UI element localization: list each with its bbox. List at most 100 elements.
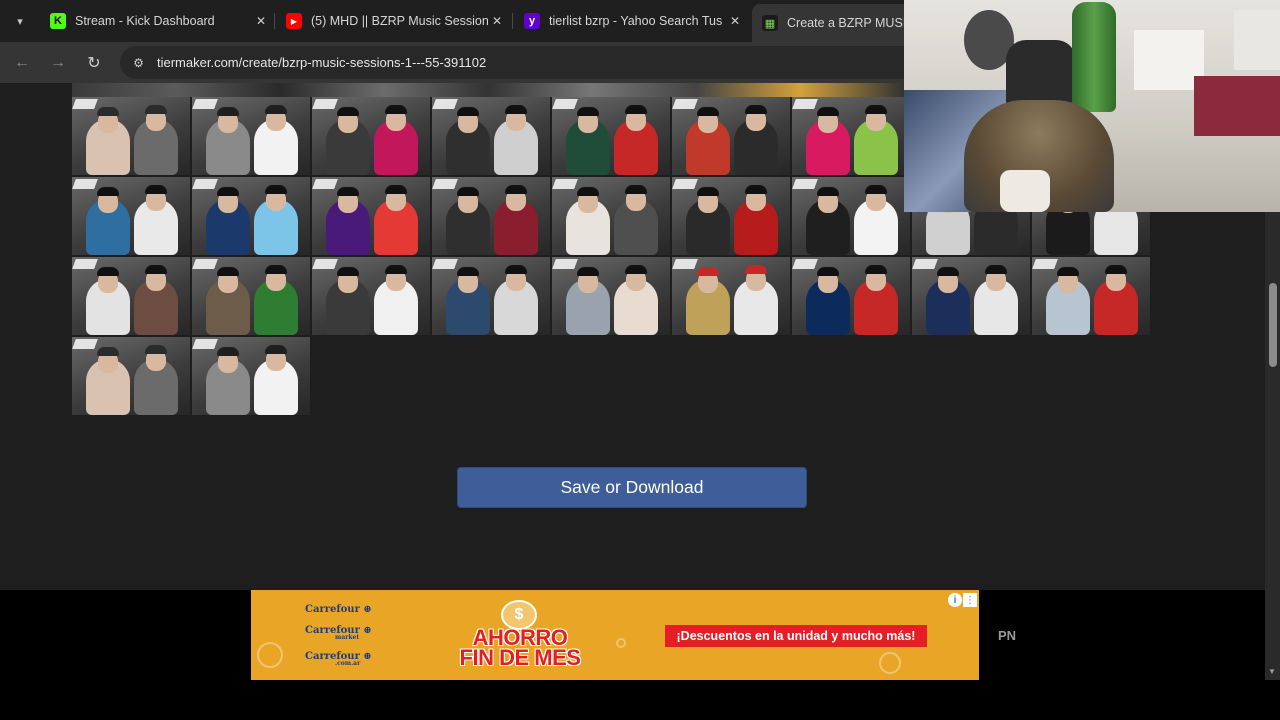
tier-item-image[interactable] <box>792 257 911 336</box>
cap-icon <box>217 347 239 356</box>
cap-icon <box>745 185 767 194</box>
cap-icon <box>337 267 359 276</box>
tier-item-image[interactable] <box>672 97 791 176</box>
reload-icon[interactable]: ↻ <box>83 52 105 74</box>
webcam-overlay <box>904 0 1280 212</box>
webcam-streamer-face <box>1000 170 1050 212</box>
cap-icon <box>97 187 119 196</box>
tier-item-image[interactable] <box>912 257 1031 336</box>
tier-item-image[interactable] <box>72 177 191 256</box>
cap-icon <box>577 187 599 196</box>
session-badge <box>432 259 458 269</box>
cap-icon <box>385 185 407 194</box>
cap-icon <box>145 265 167 274</box>
yahoo-icon: y <box>524 13 540 29</box>
session-badge <box>192 179 218 189</box>
close-icon[interactable]: ✕ <box>252 14 270 28</box>
cap-icon <box>1057 267 1079 276</box>
tiermaker-icon: ▦ <box>762 15 778 31</box>
tier-item-image[interactable] <box>192 97 311 176</box>
tab-tiermaker-create[interactable]: ▦ Create a BZRP MUSIC <box>752 4 912 42</box>
tier-item-image[interactable] <box>192 257 311 336</box>
ad-menu-icon[interactable]: ⋮ <box>963 593 977 607</box>
tab-title: Stream - Kick Dashboard <box>75 14 215 28</box>
back-arrow-icon[interactable]: ← <box>11 52 33 74</box>
carrefour-ad-banner[interactable]: Carrefour ⊕ Carrefour ⊕ market Carrefour … <box>251 590 979 680</box>
session-badge <box>792 99 818 109</box>
tier-item-image[interactable] <box>552 257 671 336</box>
session-badge <box>192 99 218 109</box>
cap-icon <box>97 267 119 276</box>
ad-headline: AHORRO FIN DE MES <box>459 625 581 670</box>
cap-icon <box>145 105 167 114</box>
cap-icon <box>865 265 887 274</box>
session-badge <box>312 179 338 189</box>
cap-icon <box>337 187 359 196</box>
tier-item-image[interactable] <box>192 337 311 416</box>
session-badge <box>672 259 698 269</box>
url-text[interactable]: tiermaker.com/create/bzrp-music-sessions… <box>157 55 486 70</box>
tab-youtube-mhd[interactable]: ▶ (5) MHD || BZRP Music Sessions ✕ <box>280 6 506 36</box>
ad-info-icon[interactable]: i <box>948 593 962 607</box>
tier-item-image[interactable] <box>312 97 431 176</box>
tier-item-image[interactable] <box>72 97 191 176</box>
cap-icon <box>697 107 719 116</box>
tier-item-image[interactable] <box>672 257 791 336</box>
site-info-icon[interactable]: ⚙ <box>130 54 147 71</box>
tab-kick-dashboard[interactable]: K Stream - Kick Dashboard ✕ <box>42 6 270 36</box>
cap-icon <box>457 187 479 196</box>
session-badge <box>432 99 458 109</box>
cap-icon <box>265 185 287 194</box>
session-badge <box>552 259 578 269</box>
tier-item-image[interactable] <box>432 257 551 336</box>
forward-arrow-icon[interactable]: → <box>47 52 69 74</box>
cap-icon <box>697 267 719 276</box>
chevron-down-icon[interactable]: ▾ <box>8 9 32 33</box>
session-badge <box>672 179 698 189</box>
tier-item-image[interactable] <box>552 97 671 176</box>
ad-container: Carrefour ⊕ Carrefour ⊕ market Carrefour … <box>0 590 1265 680</box>
tier-item-image[interactable] <box>552 177 671 256</box>
tier-item-image[interactable] <box>72 337 191 416</box>
youtube-icon: ▶ <box>286 13 302 29</box>
tier-item-image[interactable] <box>312 177 431 256</box>
session-badge <box>1032 259 1058 269</box>
carrefour-market-logo: Carrefour ⊕ market <box>305 625 372 641</box>
cap-icon <box>817 267 839 276</box>
cap-icon <box>145 345 167 354</box>
tab-yahoo-search[interactable]: y tierlist bzrp - Yahoo Search Tus ✕ <box>518 6 744 36</box>
tab-divider <box>512 13 513 29</box>
cap-icon <box>145 185 167 194</box>
session-badge <box>672 99 698 109</box>
tier-item-image[interactable] <box>432 177 551 256</box>
tier-item-image[interactable] <box>72 257 191 336</box>
cap-icon <box>217 267 239 276</box>
tier-item-image[interactable] <box>1032 257 1151 336</box>
tab-divider <box>274 13 275 29</box>
cap-icon <box>505 105 527 114</box>
webcam-bottle <box>1072 2 1116 112</box>
kick-icon: K <box>50 13 66 29</box>
cap-icon <box>217 107 239 116</box>
close-icon[interactable]: ✕ <box>488 14 506 28</box>
cap-icon <box>97 347 119 356</box>
ad-side-label: PN <box>998 628 1017 643</box>
cap-icon <box>577 107 599 116</box>
tier-item-image[interactable] <box>432 97 551 176</box>
cap-icon <box>625 265 647 274</box>
session-badge <box>72 259 98 269</box>
save-or-download-button[interactable]: Save or Download <box>457 467 807 508</box>
tier-item-image[interactable] <box>792 177 911 256</box>
cap-icon <box>937 267 959 276</box>
close-icon[interactable]: ✕ <box>726 14 744 28</box>
scroll-down-icon[interactable]: ▼ <box>1268 667 1276 676</box>
scroll-thumb[interactable] <box>1269 283 1277 367</box>
tier-item-image[interactable] <box>312 257 431 336</box>
tab-title: Create a BZRP MUSIC <box>787 16 912 30</box>
session-badge <box>912 259 938 269</box>
tier-item-image[interactable] <box>672 177 791 256</box>
tier-item-image[interactable] <box>792 97 911 176</box>
carrefour-logo: Carrefour ⊕ <box>305 604 372 615</box>
tier-item-image[interactable] <box>192 177 311 256</box>
cap-icon <box>505 185 527 194</box>
